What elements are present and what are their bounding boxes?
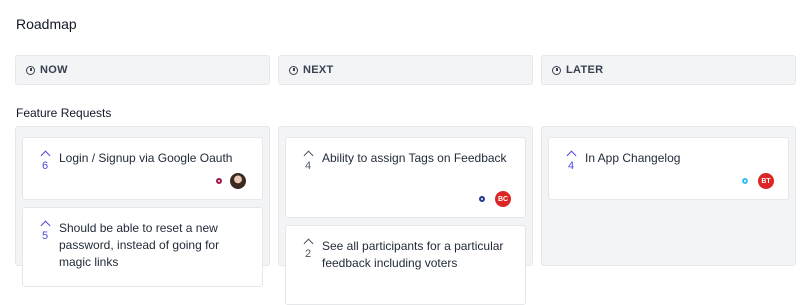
feature-card[interactable]: 4 In App Changelog BT bbox=[548, 137, 789, 200]
upvote-button[interactable]: 2 bbox=[300, 238, 316, 260]
phase-label: NEXT bbox=[303, 64, 334, 76]
upvote-button[interactable]: 4 bbox=[300, 150, 316, 172]
status-dot bbox=[742, 178, 748, 184]
avatar: BC bbox=[495, 191, 511, 207]
vote-count: 4 bbox=[567, 160, 575, 172]
clock-icon bbox=[289, 65, 298, 75]
vote-count: 4 bbox=[304, 160, 312, 172]
vote-count: 6 bbox=[41, 160, 49, 172]
card-title: In App Changelog bbox=[585, 151, 681, 165]
column-next: 4 Ability to assign Tags on Feedback BC … bbox=[278, 126, 533, 305]
card-title: Login / Signup via Google Oauth bbox=[59, 151, 233, 165]
card-title: Ability to assign Tags on Feedback bbox=[322, 151, 507, 165]
upvote-button[interactable]: 4 bbox=[563, 150, 579, 172]
feature-card[interactable]: 4 Ability to assign Tags on Feedback BC bbox=[285, 137, 526, 218]
phase-label: NOW bbox=[40, 64, 68, 76]
phase-now[interactable]: NOW bbox=[15, 55, 270, 85]
phase-label: LATER bbox=[566, 64, 604, 76]
chevron-up-icon bbox=[303, 238, 313, 249]
avatar: BT bbox=[758, 173, 774, 189]
feature-card[interactable]: 2 See all participants for a particular … bbox=[285, 225, 526, 305]
status-dot bbox=[479, 196, 485, 202]
card-title: Should be able to reset a new password, … bbox=[59, 221, 220, 269]
clock-icon bbox=[552, 65, 561, 75]
chevron-up-icon bbox=[566, 150, 576, 161]
vote-count: 2 bbox=[304, 248, 312, 260]
feature-card[interactable]: 6 Login / Signup via Google Oauth bbox=[22, 137, 263, 200]
chevron-up-icon bbox=[303, 150, 313, 161]
avatar bbox=[230, 173, 246, 189]
status-dot bbox=[216, 178, 222, 184]
upvote-button[interactable]: 6 bbox=[37, 150, 53, 172]
section-title: Feature Requests bbox=[16, 106, 112, 120]
column-now: 6 Login / Signup via Google Oauth 5 Shou… bbox=[15, 126, 270, 287]
clock-icon bbox=[26, 65, 35, 75]
chevron-up-icon bbox=[40, 150, 50, 161]
phase-next[interactable]: NEXT bbox=[278, 55, 533, 85]
card-title: See all participants for a particular fe… bbox=[322, 239, 504, 270]
feature-card[interactable]: 5 Should be able to reset a new password… bbox=[22, 207, 263, 287]
page-title: Roadmap bbox=[16, 16, 77, 32]
phase-later[interactable]: LATER bbox=[541, 55, 796, 85]
chevron-up-icon bbox=[40, 220, 50, 231]
upvote-button[interactable]: 5 bbox=[37, 220, 53, 242]
column-later: 4 In App Changelog BT bbox=[541, 126, 796, 266]
vote-count: 5 bbox=[41, 230, 49, 242]
